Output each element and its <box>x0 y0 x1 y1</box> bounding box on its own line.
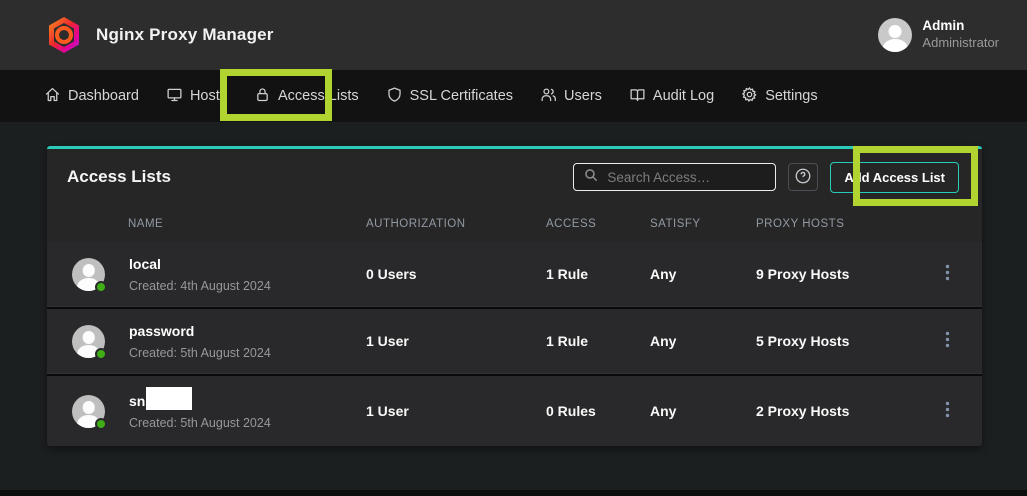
column-header-proxy-hosts: PROXY HOSTS <box>756 218 912 230</box>
monitor-icon <box>166 86 183 107</box>
panel-header: Access Lists Add Access List <box>47 149 982 205</box>
nav-item-dashboard[interactable]: Dashboard <box>44 86 139 107</box>
nav-item-label: Settings <box>765 88 817 104</box>
nav-item-audit-log[interactable]: Audit Log <box>629 86 714 107</box>
authorization-value: 0 Users <box>366 266 546 282</box>
shield-icon <box>386 86 403 107</box>
help-button[interactable] <box>788 163 818 191</box>
satisfy-value: Any <box>650 333 756 349</box>
lock-icon <box>254 86 271 107</box>
main-nav: Dashboard Hosts Access Lists SSL Certifi… <box>0 70 1027 122</box>
access-value: 1 Rule <box>546 266 650 282</box>
app-title: Nginx Proxy Manager <box>96 25 274 45</box>
nav-item-label: Dashboard <box>68 88 139 104</box>
search-input[interactable] <box>607 170 765 185</box>
authorization-value: 1 User <box>366 403 546 419</box>
nav-item-access-lists[interactable]: Access Lists <box>254 86 359 107</box>
access-list-name: local <box>129 254 161 274</box>
status-online-dot <box>95 418 107 430</box>
list-avatar <box>72 325 105 358</box>
proxy-hosts-value: 5 Proxy Hosts <box>756 333 912 349</box>
nav-item-label: SSL Certificates <box>410 88 513 104</box>
authorization-value: 1 User <box>366 333 546 349</box>
nav-item-users[interactable]: Users <box>540 86 602 107</box>
table-row[interactable]: password Created: 5th August 2024 1 User… <box>47 309 982 373</box>
proxy-hosts-value: 2 Proxy Hosts <box>756 403 912 419</box>
list-avatar <box>72 395 105 428</box>
nav-item-label: Users <box>564 88 602 104</box>
status-online-dot <box>95 281 107 293</box>
access-list-created: Created: 5th August 2024 <box>129 344 271 362</box>
access-list-name: password <box>129 321 194 341</box>
status-online-dot <box>95 348 107 360</box>
user-role: Administrator <box>922 35 999 51</box>
user-name: Admin <box>922 18 999 35</box>
row-actions-menu-button[interactable] <box>939 325 956 357</box>
add-access-list-button[interactable]: Add Access List <box>830 162 959 193</box>
table-row[interactable]: sn Created: 5th August 2024 1 User 0 Rul… <box>47 376 982 446</box>
access-list-name: sn <box>129 393 145 409</box>
nav-item-label: Hosts <box>190 88 227 104</box>
book-icon <box>629 86 646 107</box>
satisfy-value: Any <box>650 266 756 282</box>
search-icon <box>584 168 598 187</box>
column-header-name: NAME <box>47 218 366 230</box>
nav-item-settings[interactable]: Settings <box>741 86 817 107</box>
user-menu[interactable]: Admin Administrator <box>878 18 999 52</box>
kebab-menu-icon <box>945 336 950 351</box>
search-box[interactable] <box>573 163 776 191</box>
redaction-box <box>146 387 192 410</box>
list-avatar <box>72 258 105 291</box>
access-list-created: Created: 4th August 2024 <box>129 277 271 295</box>
table-row[interactable]: local Created: 4th August 2024 0 Users 1… <box>47 242 982 306</box>
home-icon <box>44 86 61 107</box>
help-circle-icon <box>794 167 812 188</box>
nav-item-hosts[interactable]: Hosts <box>166 86 227 107</box>
nav-item-label: Access Lists <box>278 88 359 104</box>
satisfy-value: Any <box>650 403 756 419</box>
access-lists-panel: Access Lists Add Access List NAME AUTHOR… <box>47 146 982 446</box>
nav-item-ssl-certificates[interactable]: SSL Certificates <box>386 86 513 107</box>
column-header-satisfy: SATISFY <box>650 218 756 230</box>
table-header-row: NAME AUTHORIZATION ACCESS SATISFY PROXY … <box>47 205 982 242</box>
access-list-created: Created: 5th August 2024 <box>129 414 271 432</box>
gear-icon <box>741 86 758 107</box>
window-bottom-edge <box>0 490 1027 496</box>
access-value: 0 Rules <box>546 403 650 419</box>
users-icon <box>540 86 557 107</box>
kebab-menu-icon <box>945 406 950 421</box>
proxy-hosts-value: 9 Proxy Hosts <box>756 266 912 282</box>
app-logo-icon <box>46 16 82 54</box>
access-value: 1 Rule <box>546 333 650 349</box>
panel-title: Access Lists <box>67 167 171 187</box>
column-header-authorization: AUTHORIZATION <box>366 218 546 230</box>
table-body: local Created: 4th August 2024 0 Users 1… <box>47 242 982 446</box>
app-header: Nginx Proxy Manager Admin Administrator <box>0 0 1027 70</box>
nav-item-label: Audit Log <box>653 88 714 104</box>
kebab-menu-icon <box>945 269 950 284</box>
row-actions-menu-button[interactable] <box>939 395 956 427</box>
row-actions-menu-button[interactable] <box>939 258 956 290</box>
user-avatar <box>878 18 912 52</box>
column-header-access: ACCESS <box>546 218 650 230</box>
